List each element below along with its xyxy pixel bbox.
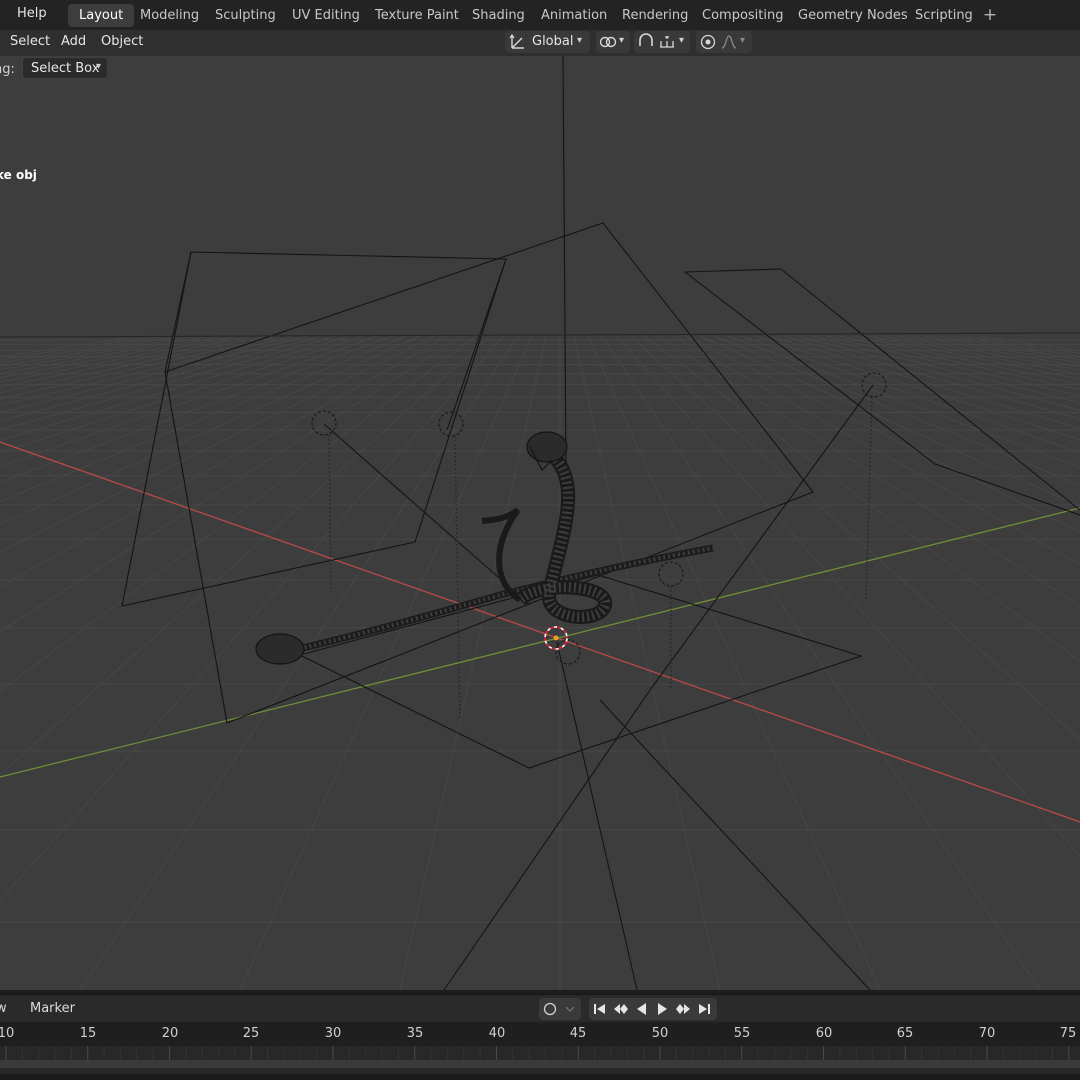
proportional-editing-icon: [700, 34, 716, 50]
frame-label: 30: [324, 1026, 342, 1041]
snap-toggle[interactable]: ▾: [634, 31, 690, 53]
frame-label: 75: [1059, 1026, 1077, 1041]
camera-wireframes: [0, 56, 1080, 990]
pivot-point-dropdown[interactable]: ▾: [596, 31, 630, 53]
transform-orientation-dropdown[interactable]: Global ▾: [505, 31, 590, 53]
origin-point: [553, 635, 559, 641]
prev-keyframe-icon[interactable]: [610, 998, 631, 1020]
tab-texture-paint[interactable]: Texture Paint: [364, 4, 470, 27]
tab-rendering[interactable]: Rendering: [611, 4, 699, 27]
chevron-down-icon: ▾: [679, 35, 685, 46]
falloff-curve-icon: [721, 35, 737, 49]
menu-select[interactable]: Select: [10, 34, 50, 49]
menu-object[interactable]: Object: [101, 34, 143, 49]
frame-label: 60: [815, 1026, 833, 1041]
pivot-link-icon: [599, 36, 617, 48]
menu-view[interactable]: ew: [0, 1001, 7, 1016]
drag-label: ng:: [0, 62, 15, 77]
tab-shading[interactable]: Shading: [461, 4, 536, 27]
tab-uv-editing[interactable]: UV Editing: [281, 4, 371, 27]
chevron-down-icon: ▾: [740, 35, 746, 46]
proportional-editing-toggle[interactable]: ▾: [696, 31, 752, 53]
frame-label: 50: [651, 1026, 669, 1041]
tab-animation[interactable]: Animation: [530, 4, 618, 27]
tab-modeling[interactable]: Modeling: [129, 4, 210, 27]
frame-label: 35: [406, 1026, 424, 1041]
snake-model: [255, 431, 714, 665]
frame-label: 20: [161, 1026, 179, 1041]
tab-layout[interactable]: Layout: [68, 4, 135, 27]
tab-scripting[interactable]: Scripting: [904, 4, 984, 27]
snap-magnet-icon: [639, 33, 653, 46]
frame-label: 65: [896, 1026, 914, 1041]
timeline-header: ew Marker: [0, 994, 1080, 1022]
active-object-name: ke obj: [0, 168, 37, 182]
select-mode-dropdown[interactable]: Select Box ▾: [22, 57, 108, 79]
frame-label: 10: [0, 1026, 15, 1041]
jump-start-icon[interactable]: [589, 998, 610, 1020]
light-helpers: [311, 372, 887, 721]
timeline-grid: [0, 1046, 1080, 1080]
tab-compositing[interactable]: Compositing: [691, 4, 795, 27]
frame-label: 40: [488, 1026, 506, 1041]
transform-orientation-icon: [509, 33, 524, 49]
frame-label: 45: [569, 1026, 587, 1041]
x-axis-line: [0, 441, 1080, 823]
add-workspace-button[interactable]: +: [980, 4, 1000, 26]
playback-controls: [589, 998, 717, 1020]
frame-label: 70: [978, 1026, 996, 1041]
3d-cursor[interactable]: [544, 626, 568, 650]
timeline-tracks[interactable]: [0, 1046, 1080, 1080]
chevron-down-icon: ▾: [96, 61, 102, 72]
viewport-header: Select Add Object Global ▾ ▾ ▾ ▾: [0, 30, 1080, 56]
viewport-scene[interactable]: [0, 56, 1080, 990]
y-axis-line: [0, 507, 1080, 778]
tab-sculpting[interactable]: Sculpting: [204, 4, 287, 27]
top-bar: Help Layout Modeling Sculpting UV Editin…: [0, 0, 1080, 30]
play-icon[interactable]: [652, 998, 673, 1020]
3d-viewport[interactable]: ng: Select Box ▾ ke obj: [0, 56, 1080, 990]
play-reverse-icon[interactable]: [631, 998, 652, 1020]
record-icon: [543, 1002, 575, 1016]
chevron-down-icon: ▾: [619, 35, 625, 46]
frame-label: 15: [79, 1026, 97, 1041]
tool-options-row: ng: Select Box ▾: [0, 56, 120, 82]
frame-label: 55: [733, 1026, 751, 1041]
transform-orientation-label: Global: [532, 34, 574, 49]
help-menu[interactable]: Help: [17, 6, 47, 21]
tab-geometry-nodes[interactable]: Geometry Nodes: [787, 4, 919, 27]
chevron-down-icon: ▾: [577, 35, 583, 46]
jump-end-icon[interactable]: [694, 998, 715, 1020]
frame-label: 25: [242, 1026, 260, 1041]
auto-keying-toggle[interactable]: [539, 998, 581, 1020]
next-keyframe-icon[interactable]: [673, 998, 694, 1020]
timeline-ruler[interactable]: 10 15 20 25 30 35 40 45 50 55 60 65 70 7…: [0, 1022, 1080, 1046]
select-mode-label: Select Box: [31, 61, 100, 76]
menu-marker[interactable]: Marker: [30, 1001, 75, 1016]
menu-add[interactable]: Add: [61, 34, 86, 49]
snap-increment-icon: [660, 36, 674, 48]
